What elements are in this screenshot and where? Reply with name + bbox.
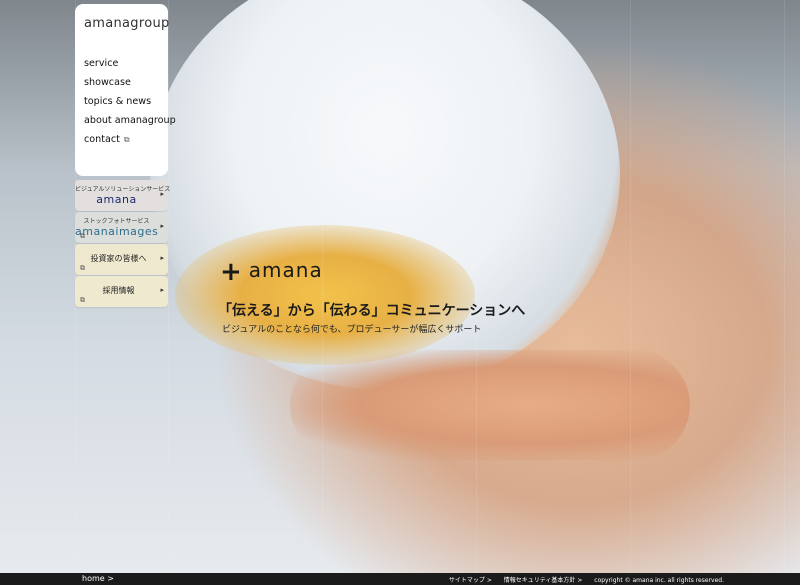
security-policy-link[interactable]: 情報セキュリティ基本方針 > [504,577,583,584]
external-link-icon: ⧉ [80,232,85,240]
arrow-right-icon: ▸ [160,286,164,294]
footer-links: サイトマップ > 情報セキュリティ基本方針 > copyright © aman… [439,575,724,584]
plus-icon: + [220,257,243,287]
hero-liquid [175,225,475,365]
amanagroup-logo[interactable]: amanagroup [84,16,170,31]
amanaimages-link[interactable]: ストックフォトサービス amanaimages ▸ ⧉ [75,212,168,243]
nav-contact[interactable]: contact ⧉ [84,130,176,149]
amanaimages-brand-logo: amanaimages [75,225,159,238]
investors-label: 投資家の皆様へ [90,254,147,263]
copyright-text: copyright © amana inc. all rights reserv… [594,577,724,584]
breadcrumb-home[interactable]: home > [82,574,114,583]
external-link-icon: ⧉ [80,296,85,304]
footer-bar: home > サイトマップ > 情報セキュリティ基本方針 > copyright… [0,573,800,585]
arrow-right-icon: ▸ [160,254,164,262]
sitemap-link[interactable]: サイトマップ > [449,577,492,584]
main-nav: service showcase topics & news about ama… [84,54,176,149]
amanaimages-caption: ストックフォトサービス [83,218,150,225]
amana-mark: + amana [220,257,323,287]
amana-wordmark: amana [248,258,323,282]
nav-about[interactable]: about amanagroup [84,111,176,130]
external-link-icon: ⧉ [80,264,85,272]
arrow-right-icon: ▸ [160,190,164,198]
hero-tagline: 「伝える」から「伝わる」コミュニケーションへ [218,303,526,319]
amana-service-link[interactable]: ビジュアルソリューションサービス amana ▸ [75,180,171,211]
hero-thumb [290,350,690,460]
amana-caption: ビジュアルソリューションサービス [75,186,171,193]
nav-showcase[interactable]: showcase [84,73,176,92]
investors-link[interactable]: 投資家の皆様へ ▸ ⧉ [75,244,168,275]
recruit-link[interactable]: 採用情報 ▸ ⧉ [75,276,168,307]
amana-brand-logo: amana [96,193,137,206]
nav-service[interactable]: service [84,54,176,73]
nav-topics-news[interactable]: topics & news [84,92,176,111]
main-menu: amanagroup service showcase topics & new… [75,4,176,176]
hero-subline: ビジュアルのことなら何でも、プロデューサーが幅広くサポート [222,325,482,335]
arrow-right-icon: ▸ [160,222,164,230]
external-link-icon: ⧉ [123,135,130,144]
recruit-label: 採用情報 [102,286,135,295]
